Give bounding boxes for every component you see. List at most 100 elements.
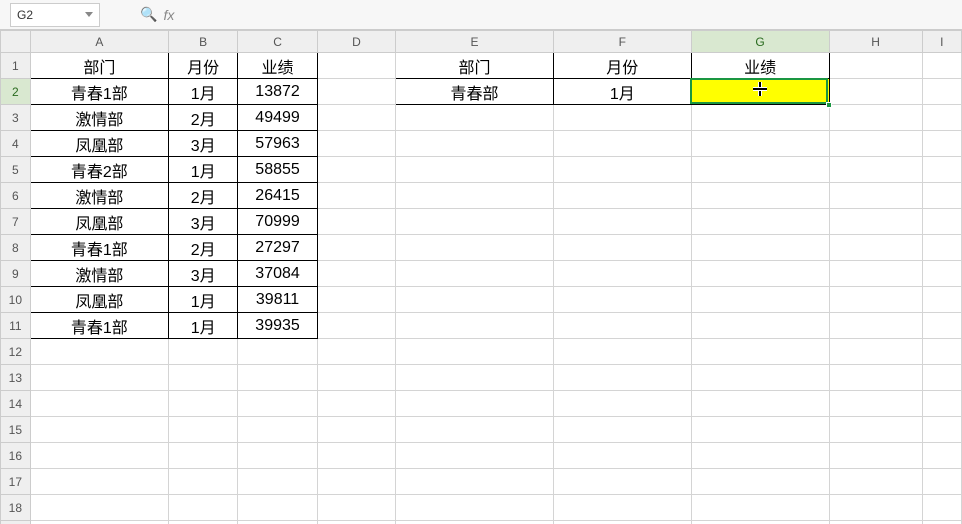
cell-G14[interactable] xyxy=(691,391,829,417)
cell-D7[interactable] xyxy=(317,209,395,235)
cell-I16[interactable] xyxy=(922,443,961,469)
cell-E4[interactable] xyxy=(396,131,554,157)
cell-F1[interactable]: 月份 xyxy=(553,53,691,79)
cell-C7[interactable]: 70999 xyxy=(238,209,317,235)
row-header-10[interactable]: 10 xyxy=(1,287,31,313)
cell-E2[interactable]: 青春部 xyxy=(396,79,554,105)
cell-I17[interactable] xyxy=(922,469,961,495)
cell-A5[interactable]: 青春2部 xyxy=(30,157,168,183)
cell-D10[interactable] xyxy=(317,287,395,313)
cell-A12[interactable] xyxy=(30,339,168,365)
cell-I10[interactable] xyxy=(922,287,961,313)
col-header-B[interactable]: B xyxy=(169,31,238,53)
cell-D11[interactable] xyxy=(317,313,395,339)
cell-I7[interactable] xyxy=(922,209,961,235)
cell-C5[interactable]: 58855 xyxy=(238,157,317,183)
cell-H9[interactable] xyxy=(829,261,922,287)
cell-E18[interactable] xyxy=(396,495,554,521)
cell-D13[interactable] xyxy=(317,365,395,391)
cell-I15[interactable] xyxy=(922,417,961,443)
cell-G8[interactable] xyxy=(691,235,829,261)
cell-E1[interactable]: 部门 xyxy=(396,53,554,79)
formula-input[interactable] xyxy=(180,4,580,26)
cell-C3[interactable]: 49499 xyxy=(238,105,317,131)
cell-H8[interactable] xyxy=(829,235,922,261)
cell-I4[interactable] xyxy=(922,131,961,157)
cell-B15[interactable] xyxy=(169,417,238,443)
cell-G1[interactable]: 业绩 xyxy=(691,53,829,79)
row-header-3[interactable]: 3 xyxy=(1,105,31,131)
cell-H14[interactable] xyxy=(829,391,922,417)
col-header-G[interactable]: G xyxy=(691,31,829,53)
cell-B6[interactable]: 2月 xyxy=(169,183,238,209)
cell-E9[interactable] xyxy=(396,261,554,287)
cell-A19[interactable] xyxy=(30,521,168,524)
col-header-A[interactable]: A xyxy=(30,31,168,53)
cell-A10[interactable]: 凤凰部 xyxy=(30,287,168,313)
row-header-2[interactable]: 2 xyxy=(1,79,31,105)
cell-E17[interactable] xyxy=(396,469,554,495)
cell-G13[interactable] xyxy=(691,365,829,391)
cell-F14[interactable] xyxy=(553,391,691,417)
cell-C2[interactable]: 13872 xyxy=(238,79,317,105)
cell-I3[interactable] xyxy=(922,105,961,131)
col-header-I[interactable]: I xyxy=(922,31,961,53)
row-header-1[interactable]: 1 xyxy=(1,53,31,79)
cell-H16[interactable] xyxy=(829,443,922,469)
cell-A7[interactable]: 凤凰部 xyxy=(30,209,168,235)
cell-B1[interactable]: 月份 xyxy=(169,53,238,79)
cell-B13[interactable] xyxy=(169,365,238,391)
row-header-12[interactable]: 12 xyxy=(1,339,31,365)
cell-A1[interactable]: 部门 xyxy=(30,53,168,79)
row-header-16[interactable]: 16 xyxy=(1,443,31,469)
select-all-corner[interactable] xyxy=(1,31,31,53)
col-header-F[interactable]: F xyxy=(553,31,691,53)
cell-H4[interactable] xyxy=(829,131,922,157)
cell-A18[interactable] xyxy=(30,495,168,521)
cell-D14[interactable] xyxy=(317,391,395,417)
cell-H2[interactable] xyxy=(829,79,922,105)
col-header-C[interactable]: C xyxy=(238,31,317,53)
cell-F11[interactable] xyxy=(553,313,691,339)
cell-B19[interactable] xyxy=(169,521,238,524)
cell-F12[interactable] xyxy=(553,339,691,365)
cell-B3[interactable]: 2月 xyxy=(169,105,238,131)
cell-D16[interactable] xyxy=(317,443,395,469)
cell-F18[interactable] xyxy=(553,495,691,521)
cell-I11[interactable] xyxy=(922,313,961,339)
cell-B7[interactable]: 3月 xyxy=(169,209,238,235)
cell-B17[interactable] xyxy=(169,469,238,495)
cell-A16[interactable] xyxy=(30,443,168,469)
cell-I2[interactable] xyxy=(922,79,961,105)
cell-I14[interactable] xyxy=(922,391,961,417)
cell-A13[interactable] xyxy=(30,365,168,391)
cell-A6[interactable]: 激情部 xyxy=(30,183,168,209)
cell-C18[interactable] xyxy=(238,495,317,521)
cell-F8[interactable] xyxy=(553,235,691,261)
fx-icon[interactable]: fx xyxy=(163,7,174,23)
cell-G10[interactable] xyxy=(691,287,829,313)
cell-A2[interactable]: 青春1部 xyxy=(30,79,168,105)
cell-B8[interactable]: 2月 xyxy=(169,235,238,261)
cell-B12[interactable] xyxy=(169,339,238,365)
cell-D8[interactable] xyxy=(317,235,395,261)
cell-D18[interactable] xyxy=(317,495,395,521)
cell-I18[interactable] xyxy=(922,495,961,521)
cell-D1[interactable] xyxy=(317,53,395,79)
cell-C19[interactable] xyxy=(238,521,317,524)
cell-E11[interactable] xyxy=(396,313,554,339)
cell-G19[interactable] xyxy=(691,521,829,524)
cell-C12[interactable] xyxy=(238,339,317,365)
row-header-8[interactable]: 8 xyxy=(1,235,31,261)
cell-I9[interactable] xyxy=(922,261,961,287)
cell-D17[interactable] xyxy=(317,469,395,495)
cell-F5[interactable] xyxy=(553,157,691,183)
cell-F6[interactable] xyxy=(553,183,691,209)
cell-G18[interactable] xyxy=(691,495,829,521)
cell-G6[interactable] xyxy=(691,183,829,209)
cell-D19[interactable] xyxy=(317,521,395,524)
cell-G17[interactable] xyxy=(691,469,829,495)
cell-G16[interactable] xyxy=(691,443,829,469)
cell-C15[interactable] xyxy=(238,417,317,443)
cell-H18[interactable] xyxy=(829,495,922,521)
